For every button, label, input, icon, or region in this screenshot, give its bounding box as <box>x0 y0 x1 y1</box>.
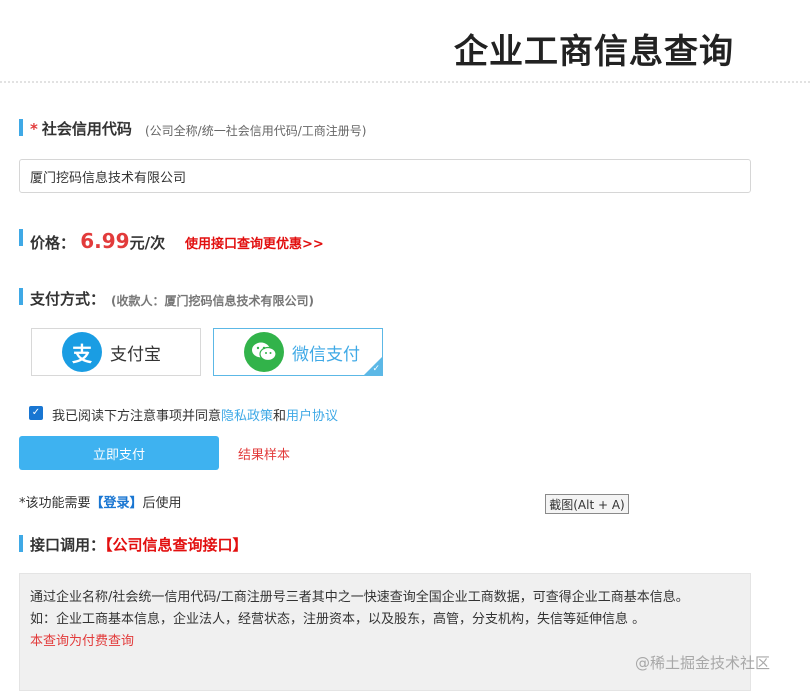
watermark: @稀土掘金技术社区 <box>635 654 771 672</box>
check-icon: ✓ <box>372 364 380 374</box>
api-promo-link[interactable]: 使用接口查询更优惠>> <box>185 233 324 252</box>
privacy-policy-link[interactable]: 隐私政策 <box>221 409 273 424</box>
login-note-prefix: *该功能需要 <box>19 496 91 511</box>
login-note-suffix: 后使用 <box>142 496 182 511</box>
price-value: 6.99 <box>80 229 130 253</box>
payee-info: (收款人：厦门挖码信息技术有限公司) <box>111 294 314 308</box>
info-description: 通过企业名称/社会统一信用代码/工商注册号三者其中之一快速查询全国企业工商数据，… <box>30 590 689 605</box>
alipay-icon: 支 <box>62 332 102 372</box>
payment-label: 支付方式： <box>30 290 106 308</box>
alipay-option[interactable]: 支 支付宝 <box>31 328 201 376</box>
credit-code-label: * 社会信用代码 <box>30 118 132 139</box>
pay-now-button[interactable]: 立即支付 <box>19 436 219 470</box>
wechat-pay-label: 微信支付 <box>292 344 360 365</box>
section-marker <box>19 535 23 552</box>
login-link[interactable]: 【登录】 <box>91 496 143 511</box>
title-divider <box>0 81 810 83</box>
section-marker <box>19 288 23 305</box>
wechat-pay-option[interactable]: 微信支付 ✓ <box>213 328 383 376</box>
company-info-api-link[interactable]: 【公司信息查询接口】 <box>105 536 248 554</box>
agreement-text-before: 我已阅读下方注意事项并同意 <box>52 409 222 424</box>
agreement-conjunction: 和 <box>273 409 287 424</box>
price-label: 价格： <box>30 234 76 252</box>
credit-code-hint: (公司全称/统一社会信用代码/工商注册号) <box>145 124 367 138</box>
paid-query-note: 本查询为付费查询 <box>30 634 135 649</box>
company-search-input[interactable] <box>19 159 751 193</box>
section-marker <box>19 229 23 246</box>
required-mark: * <box>30 120 38 138</box>
section-marker <box>19 119 23 136</box>
price-row: 价格： 6.99元/次 <box>30 229 165 253</box>
login-note: *该功能需要【登录】后使用 <box>19 492 182 511</box>
screenshot-tooltip: 截图(Alt + A) <box>545 494 629 514</box>
price-unit: 元/次 <box>129 234 166 252</box>
agreement-checkbox[interactable]: ✓ <box>29 406 43 420</box>
alipay-label: 支付宝 <box>110 344 161 365</box>
info-box: 通过企业名称/社会统一信用代码/工商注册号三者其中之一快速查询全国企业工商数据，… <box>19 573 751 691</box>
agreement-text: 我已阅读下方注意事项并同意隐私政策和用户协议 <box>52 405 338 424</box>
info-example: 如：企业工商基本信息，企业法人，经营状态，注册资本，以及股东，高管，分支机构，失… <box>30 612 646 627</box>
page-title: 企业工商信息查询 <box>454 32 734 72</box>
credit-code-label-text: 社会信用代码 <box>41 120 132 138</box>
wechat-icon <box>244 332 284 372</box>
user-agreement-link[interactable]: 用户协议 <box>286 409 338 424</box>
api-section-label-text: 接口调用： <box>30 536 106 554</box>
api-section-label: 接口调用：【公司信息查询接口】 <box>30 534 248 555</box>
result-sample-link[interactable]: 结果样本 <box>238 444 290 463</box>
